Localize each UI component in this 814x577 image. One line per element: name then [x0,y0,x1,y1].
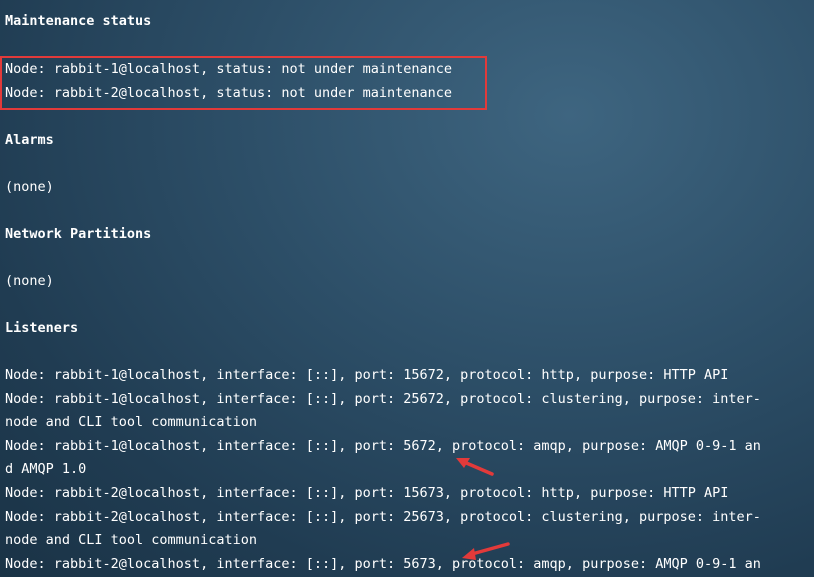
arrow-icon [462,542,510,560]
alarms-value: (none) [5,179,54,195]
listeners-heading: Listeners [5,320,79,336]
maintenance-highlight-box [0,56,487,110]
listener-line: Node: rabbit-1@localhost, interface: [::… [5,391,761,407]
listener-line: Node: rabbit-2@localhost, interface: [::… [5,556,761,572]
network-partitions-heading: Network Partitions [5,226,152,242]
alarms-heading: Alarms [5,132,54,148]
listener-line-continuation: d AMQP 1.0 [5,461,87,477]
listener-line: Node: rabbit-2@localhost, interface: [::… [5,485,729,501]
network-partitions-value: (none) [5,273,54,289]
listener-line-continuation: node and CLI tool communication [5,414,257,430]
listener-line-continuation: node and CLI tool communication [5,532,257,548]
listener-line: Node: rabbit-2@localhost, interface: [::… [5,509,761,525]
arrow-icon [456,458,494,476]
listener-line: Node: rabbit-1@localhost, interface: [::… [5,438,761,454]
maintenance-status-heading: Maintenance status [5,13,152,29]
listener-line: Node: rabbit-1@localhost, interface: [::… [5,367,729,383]
